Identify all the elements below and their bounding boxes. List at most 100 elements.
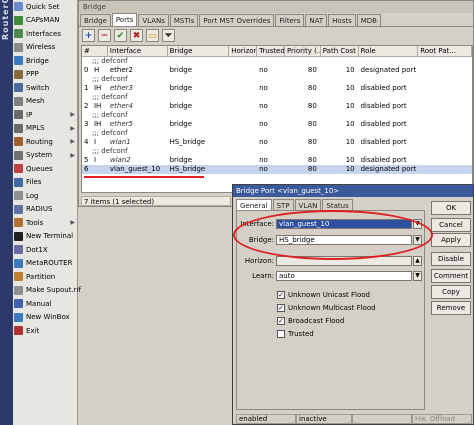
sidebar-item-label: New WinBox: [26, 313, 70, 322]
sidebar-menu: Quick Set CAPsMAN Interfaces Wireless Bridge…: [13, 0, 81, 425]
cell-trusted: no: [259, 102, 268, 110]
sidebar-item-routing[interactable]: Routing ▶: [13, 135, 77, 149]
checkbox-box[interactable]: ✓: [277, 317, 285, 325]
copy-button[interactable]: Copy: [431, 285, 471, 299]
table-row[interactable]: 1 IH ether3 bridge no 80 10 disabled port: [82, 84, 472, 93]
sidebar-item-mpls[interactable]: MPLS ▶: [13, 122, 77, 136]
sidebar-item-mesh[interactable]: Mesh: [13, 95, 77, 109]
table-comment-row[interactable]: ;;; defconf: [82, 147, 472, 156]
winbox-screen: RouterOS WinBox Quick Set CAPsMAN Interfac…: [0, 0, 474, 425]
column-header[interactable]: Path Cost: [321, 46, 359, 56]
add-button[interactable]: +: [82, 29, 95, 42]
checkbox-trusted[interactable]: Trusted: [277, 329, 314, 339]
winbox-icon: [14, 312, 23, 322]
apply-button[interactable]: Apply: [431, 233, 471, 247]
column-header[interactable]: Horizon: [229, 46, 258, 56]
column-header[interactable]: Bridge: [168, 46, 230, 56]
table-row[interactable]: 4 Iwlan1 HS_bridge no 80 10 disabled port: [82, 138, 472, 147]
column-header[interactable]: Root Pat...: [418, 46, 472, 56]
comment-button[interactable]: ▭: [146, 29, 159, 42]
sidebar-item-dot1x[interactable]: Dot1X: [13, 243, 77, 257]
sidebar-item-ppp[interactable]: PPP: [13, 68, 77, 82]
table-comment-row[interactable]: ;;; defconf: [82, 93, 472, 102]
sidebar-item-make-supout-rif[interactable]: Make Supout.rif: [13, 284, 81, 298]
checkbox-unknown-unicast-flood[interactable]: ✓ Unknown Unicast Flood: [277, 290, 370, 300]
cell-horizon: [229, 156, 257, 165]
column-header[interactable]: Trusted: [257, 46, 285, 56]
horizon-toggle-icon[interactable]: ▲: [413, 256, 422, 266]
sidebar-item-manual[interactable]: Manual: [13, 297, 77, 311]
column-header[interactable]: #: [82, 46, 108, 56]
learn-dropdown-icon[interactable]: ▼: [413, 271, 422, 281]
sidebar-item-radius[interactable]: RADIUS: [13, 203, 77, 217]
checkbox-unknown-multicast-flood[interactable]: ✓ Unknown Multicast Flood: [277, 303, 376, 313]
table-comment-row[interactable]: ;;; defconf: [82, 57, 472, 66]
tab-nat[interactable]: NAT: [305, 14, 328, 26]
sidebar-item-tools[interactable]: Tools ▶: [13, 216, 77, 230]
sidebar-item-wireless[interactable]: Wireless: [13, 41, 77, 55]
table-header: # Interface Bridge Horizon Trusted Priority (…: [82, 46, 472, 57]
sidebar-item-queues[interactable]: Queues: [13, 162, 77, 176]
sidebar-item-label: New Terminal: [26, 232, 74, 241]
sidebar-item-log[interactable]: Log: [13, 189, 77, 203]
cell-root: [418, 165, 472, 174]
tab-ports[interactable]: Ports: [111, 13, 138, 26]
ok-button[interactable]: OK: [431, 201, 471, 215]
table-comment-row[interactable]: ;;; defconf: [82, 111, 472, 120]
checkbox-box[interactable]: ✓: [277, 304, 285, 312]
remove-button[interactable]: Remove: [431, 301, 471, 315]
sidebar-item-partition[interactable]: Partition: [13, 270, 77, 284]
sidebar-item-new-winbox[interactable]: New WinBox: [13, 311, 77, 325]
status-hw-offload: Hw. Offload: [412, 414, 472, 424]
cell-horizon: [229, 66, 257, 75]
sidebar-item-switch[interactable]: Switch: [13, 81, 77, 95]
cell-horizon: [229, 165, 257, 174]
disable-button[interactable]: Disable: [431, 252, 471, 266]
cancel-button[interactable]: Cancel: [431, 218, 471, 232]
sidebar-item-quick-set[interactable]: Quick Set: [13, 0, 77, 14]
sidebar-item-label: Log: [26, 191, 39, 200]
tab-port-mst-overrides[interactable]: Port MST Overrides: [199, 14, 275, 26]
checkbox-label: Trusted: [288, 330, 314, 338]
remove-button[interactable]: −: [98, 29, 111, 42]
enable-button[interactable]: ✔: [114, 29, 127, 42]
table-comment-row[interactable]: ;;; defconf: [82, 75, 472, 84]
checkbox-broadcast-flood[interactable]: ✓ Broadcast Flood: [277, 316, 344, 326]
table-row[interactable]: 3 IH ether5 bridge no 80 10 disabled port: [82, 120, 472, 129]
table-row[interactable]: 5 Iwlan2 bridge no 80 10 disabled port: [82, 156, 472, 165]
sidebar-item-capsman[interactable]: CAPsMAN: [13, 14, 77, 28]
cell-role: disabled port: [360, 102, 407, 110]
sidebar-item-metarouter[interactable]: MetaROUTER: [13, 257, 77, 271]
table-comment-row[interactable]: ;;; defconf: [82, 129, 472, 138]
column-header[interactable]: Role: [359, 46, 419, 56]
sidebar-item-new-terminal[interactable]: New Terminal: [13, 230, 77, 244]
sidebar-item-files[interactable]: Files: [13, 176, 77, 190]
table-row[interactable]: 6 vlan_guest_10 HS_bridge no 80 10 designated …: [82, 165, 472, 174]
disable-button[interactable]: ✖: [130, 29, 143, 42]
interfaces-icon: [14, 29, 23, 39]
learn-field[interactable]: auto: [276, 271, 412, 281]
table-row[interactable]: 0 Hether2 bridge no 80 10 designated port: [82, 66, 472, 75]
checkbox-box[interactable]: ✓: [277, 291, 285, 299]
sidebar-item-interfaces[interactable]: Interfaces: [13, 27, 77, 41]
sidebar-item-exit[interactable]: Exit: [13, 324, 77, 338]
annotation-oval: [233, 210, 433, 260]
tab-mdb[interactable]: MDB: [356, 14, 381, 26]
sidebar-item-ip[interactable]: IP ▶: [13, 108, 77, 122]
filter-button[interactable]: ⏷: [162, 29, 175, 42]
checkbox-box[interactable]: [277, 330, 285, 338]
tab-filters[interactable]: Filters: [275, 14, 305, 26]
column-header[interactable]: Priority (...: [285, 46, 321, 56]
sidebar-item-label: Dot1X: [26, 245, 48, 254]
column-header[interactable]: Interface: [108, 46, 168, 56]
tab-hosts[interactable]: Hosts: [328, 14, 356, 26]
tab-mstis[interactable]: MSTIs: [169, 14, 199, 26]
submenu-arrow-icon: ▶: [70, 138, 75, 145]
table-row[interactable]: 2 IH ether4 bridge no 80 10 disabled port: [82, 102, 472, 111]
tab-bridge[interactable]: Bridge: [80, 14, 111, 26]
sidebar-item-bridge[interactable]: Bridge: [13, 54, 77, 68]
comment-button[interactable]: Comment: [431, 269, 471, 283]
sidebar-item-system[interactable]: System ▶: [13, 149, 77, 163]
tab-vlans[interactable]: VLANs: [138, 14, 169, 26]
sidebar-item-label: CAPsMAN: [26, 16, 60, 25]
